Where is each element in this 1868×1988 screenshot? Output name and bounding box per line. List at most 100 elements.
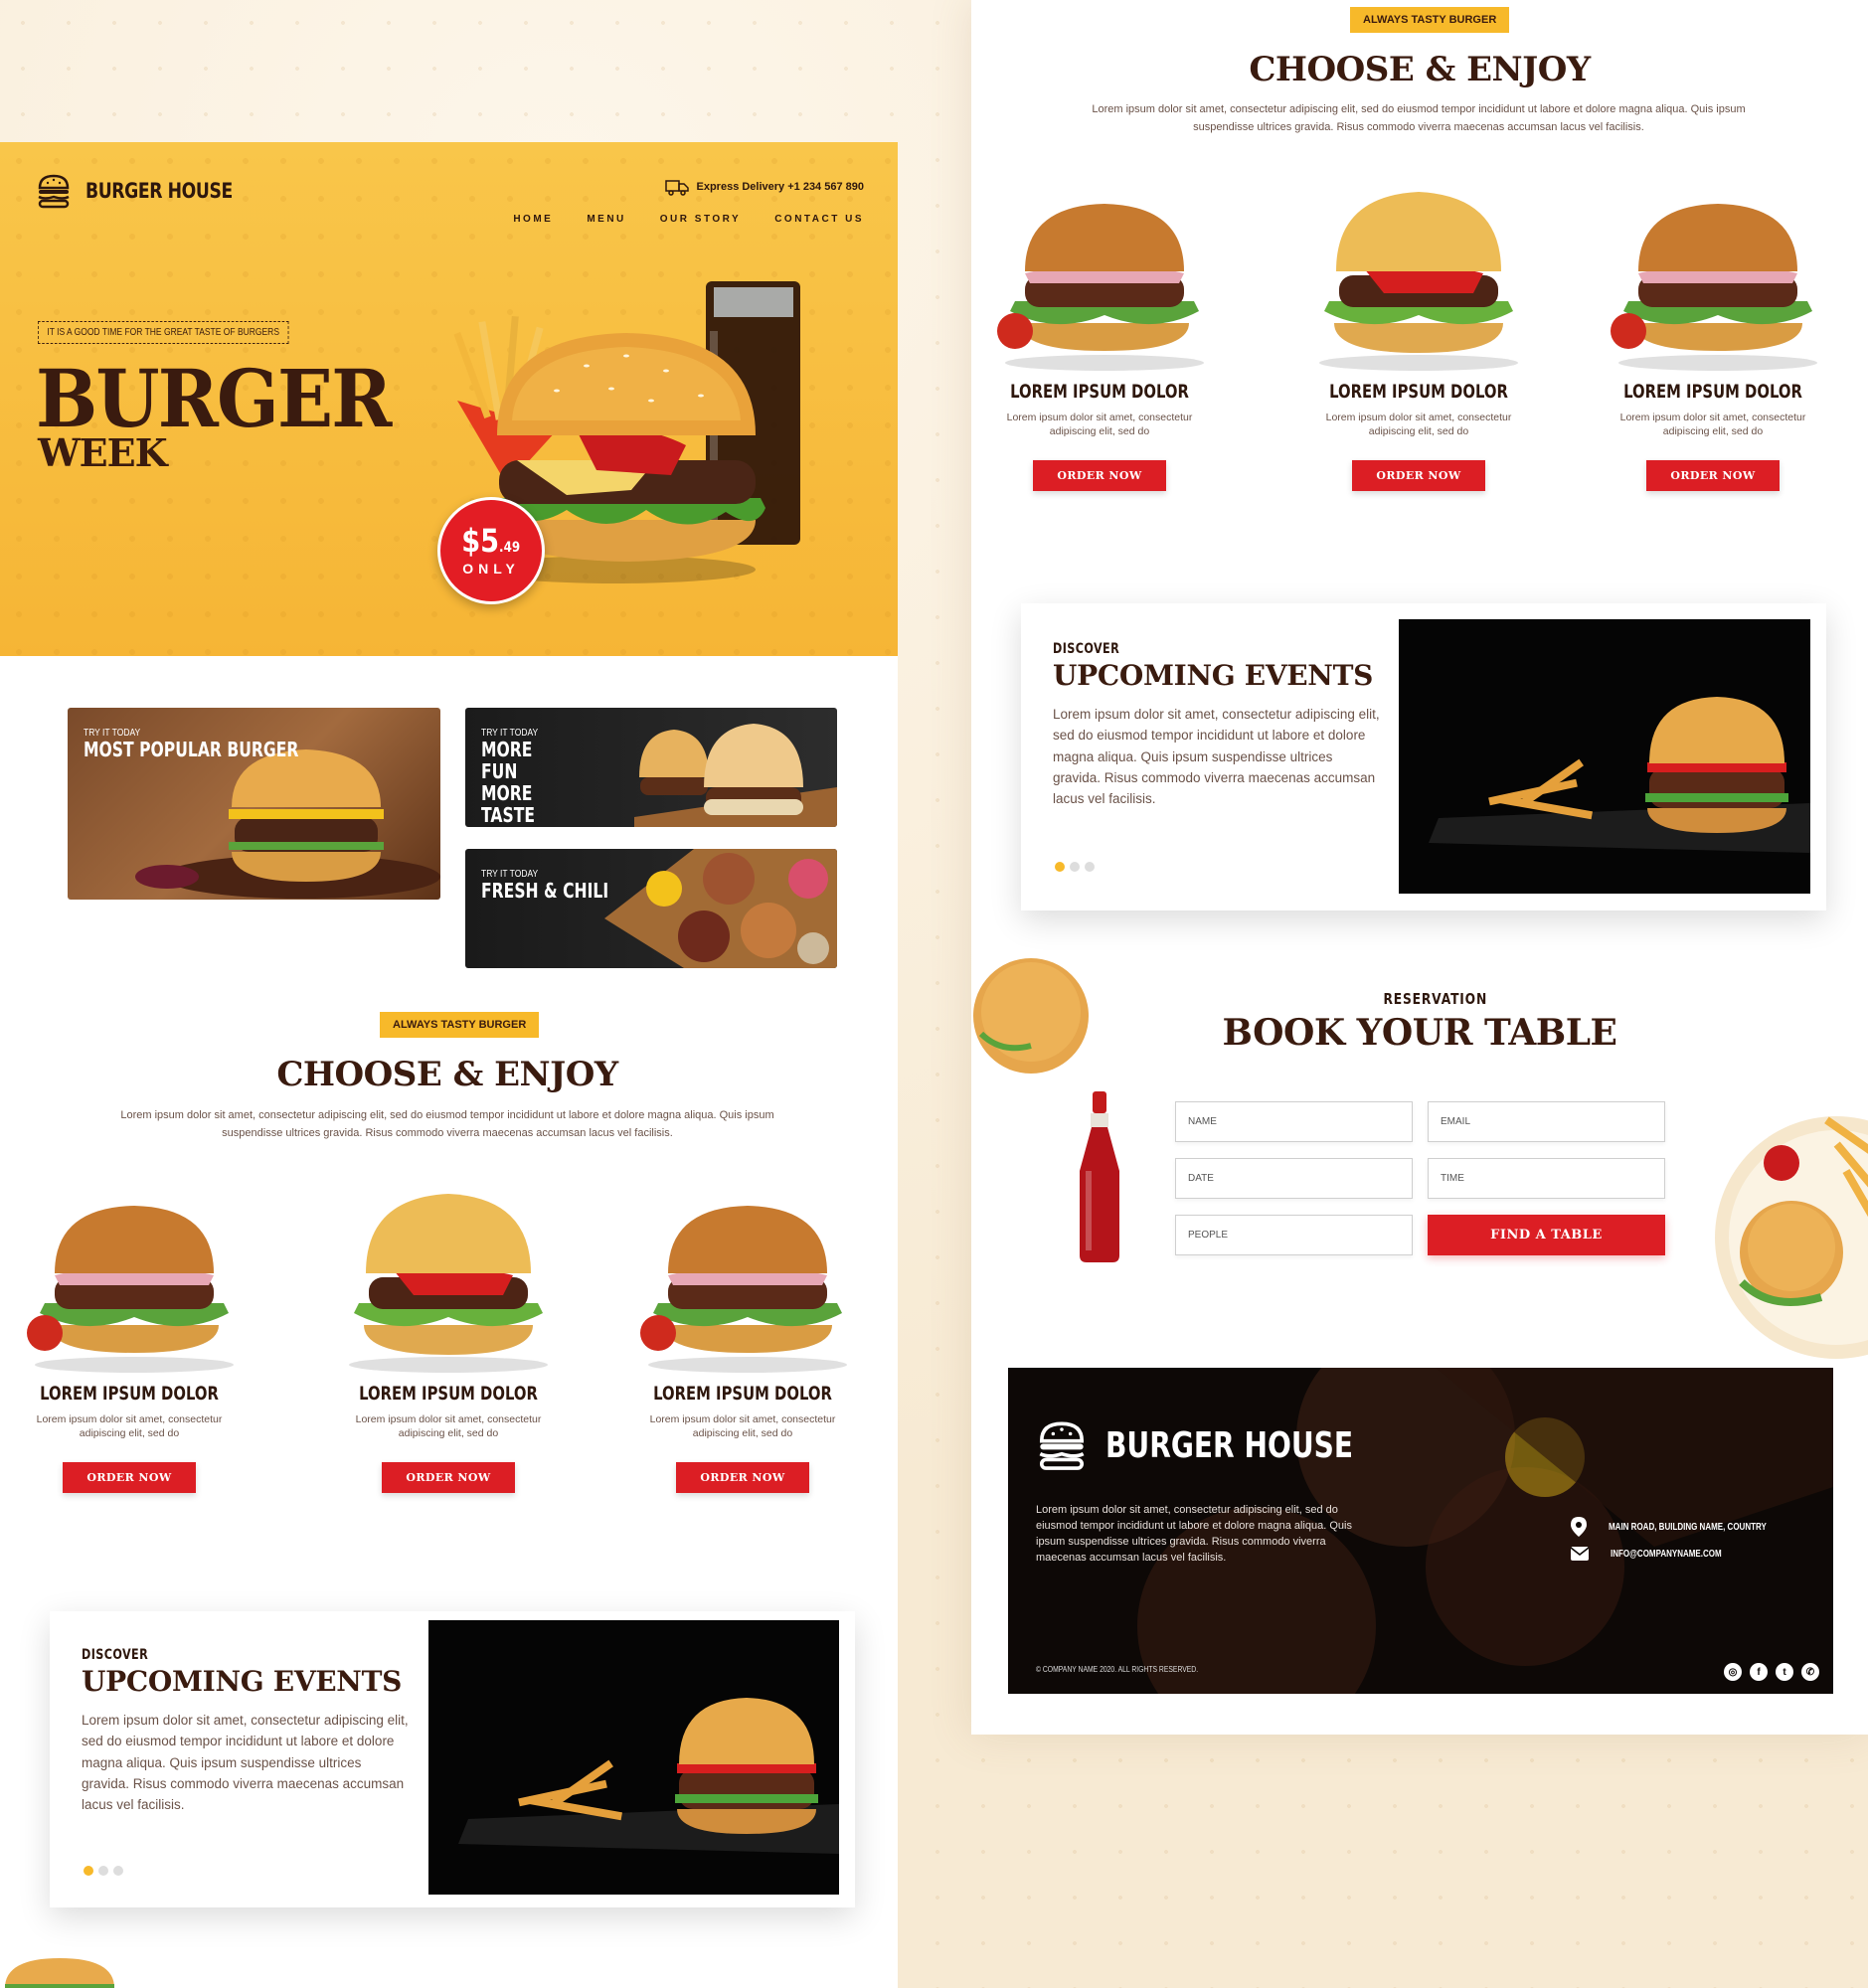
events-text: Lorem ipsum dolor sit amet, consectetur … <box>82 1713 409 1813</box>
whatsapp-icon[interactable]: ✆ <box>1801 1663 1819 1681</box>
copyright: © COMPANY NAME 2020. ALL RIGHTS RESERVED… <box>1036 1665 1199 1674</box>
events-text: Lorem ipsum dolor sit amet, consectetur … <box>1053 707 1380 807</box>
ingredients-icon <box>604 849 837 968</box>
order-now-button[interactable]: ORDER NOW <box>382 1462 515 1494</box>
events-title: UPCOMING EVENTS <box>1053 659 1374 692</box>
name-field[interactable]: NAME <box>1175 1101 1413 1142</box>
promo-card-fresh-chili[interactable]: TRY IT TODAY FRESH & CHILI <box>465 849 837 968</box>
carousel-dots <box>1055 862 1095 872</box>
footer: BURGER HOUSE Lorem ipsum dolor sit amet,… <box>1008 1368 1833 1694</box>
hero-title: BURGER <box>36 352 392 445</box>
product-card: LOREM IPSUM DOLOR Lorem ipsum dolor sit … <box>1589 184 1837 492</box>
order-now-button[interactable]: ORDER NOW <box>676 1462 809 1494</box>
carousel-dot[interactable] <box>98 1866 108 1876</box>
hero-tagline: IT IS A GOOD TIME FOR THE GREAT TASTE OF… <box>38 321 289 344</box>
main-nav: HOME MENU OUR STORY CONTACT US <box>513 214 864 225</box>
brand-name: BURGER HOUSE <box>85 179 233 203</box>
promo-card-more-fun[interactable]: TRY IT TODAY MORE FUN MORE TASTE <box>465 708 837 827</box>
price-badge: $5.49 ONLY <box>437 497 545 604</box>
burger-product-icon <box>349 1194 548 1373</box>
product-card: LOREM IPSUM DOLOR Lorem ipsum dolor sit … <box>975 184 1224 492</box>
events-kicker: DISCOVER <box>82 1647 149 1663</box>
product-name: LOREM IPSUM DOLOR <box>359 1383 538 1405</box>
product-name: LOREM IPSUM DOLOR <box>1623 381 1802 403</box>
burger-and-fries-photo-icon <box>1429 697 1810 853</box>
footer-email-text[interactable]: INFO@COMPANYNAME.COM <box>1611 1549 1722 1560</box>
location-pin-icon <box>1571 1517 1587 1537</box>
nav-menu[interactable]: MENU <box>587 214 625 225</box>
events-photo <box>1399 619 1810 894</box>
landing-page-left: BURGER HOUSE Express Delivery +1 234 567… <box>0 142 898 1988</box>
twitter-icon[interactable]: t <box>1776 1663 1793 1681</box>
burger-bun-top-icon <box>973 958 1089 1074</box>
burger-product-icon <box>1319 192 1518 371</box>
section-title: CHOOSE & ENJOY <box>1249 50 1591 89</box>
people-field[interactable]: PEOPLE <box>1175 1215 1413 1255</box>
product-name: LOREM IPSUM DOLOR <box>653 1383 832 1405</box>
price-amount: $5.49 <box>461 522 521 560</box>
order-now-button[interactable]: ORDER NOW <box>1646 460 1780 492</box>
date-field[interactable]: DATE <box>1175 1158 1413 1199</box>
events-photo <box>428 1620 839 1895</box>
burger-peek-icon <box>5 1958 114 1988</box>
product-card: LOREM IPSUM DOLOR Lorem ipsum dolor sit … <box>5 1186 254 1494</box>
carousel-dot[interactable] <box>84 1866 93 1876</box>
order-now-button[interactable]: ORDER NOW <box>1033 460 1166 492</box>
burger-logo-icon <box>38 174 70 209</box>
section-badge: ALWAYS TASTY BURGER <box>380 1012 540 1038</box>
envelope-icon <box>1571 1547 1589 1561</box>
facebook-icon[interactable]: f <box>1750 1663 1768 1681</box>
price-note: ONLY <box>462 561 520 577</box>
product-description: Lorem ipsum dolor sit amet, consectetur … <box>355 1413 542 1440</box>
nav-contact-us[interactable]: CONTACT US <box>774 214 864 225</box>
promo-title: MOST POPULAR BURGER <box>84 738 299 761</box>
carousel-dot[interactable] <box>1085 862 1095 872</box>
social-links: ◎ f t ✆ <box>1724 1663 1819 1681</box>
footer-email[interactable]: INFO@COMPANYNAME.COM <box>1571 1547 1750 1561</box>
product-description: Lorem ipsum dolor sit amet, consectetur … <box>1619 412 1806 438</box>
reservation-kicker: RESERVATION <box>1383 990 1488 1008</box>
promo-text: TRY IT TODAY FRESH & CHILI <box>481 869 644 902</box>
order-now-button[interactable]: ORDER NOW <box>63 1462 196 1494</box>
email-field[interactable]: EMAIL <box>1428 1101 1665 1142</box>
product-name: LOREM IPSUM DOLOR <box>40 1383 219 1405</box>
carousel-dot[interactable] <box>1055 862 1065 872</box>
product-card: LOREM IPSUM DOLOR Lorem ipsum dolor sit … <box>618 1186 867 1494</box>
section-badge: ALWAYS TASTY BURGER <box>1350 7 1510 33</box>
order-now-button[interactable]: ORDER NOW <box>1352 460 1485 492</box>
product-name: LOREM IPSUM DOLOR <box>1010 381 1189 403</box>
carousel-dot[interactable] <box>1070 862 1080 872</box>
nav-home[interactable]: HOME <box>513 214 553 225</box>
carousel-dots <box>84 1866 123 1876</box>
carousel-dot[interactable] <box>113 1866 123 1876</box>
burger-and-fries-photo-icon <box>458 1698 839 1854</box>
footer-brand[interactable]: BURGER HOUSE <box>1036 1417 1423 1473</box>
hero-subtitle: WEEK <box>38 430 168 475</box>
delivery-truck-icon <box>664 180 689 196</box>
section-description: Lorem ipsum dolor sit amet, consectetur … <box>1092 103 1746 134</box>
instagram-icon[interactable]: ◎ <box>1724 1663 1742 1681</box>
delivery-phone: Express Delivery +1 234 567 890 <box>696 181 865 193</box>
plate-with-burger-icon <box>1715 1116 1868 1359</box>
hot-sauce-bottle-icon <box>1080 1091 1119 1262</box>
product-description: Lorem ipsum dolor sit amet, consectetur … <box>36 1413 223 1440</box>
footer-address: MAIN ROAD, BUILDING NAME, COUNTRY <box>1571 1517 1806 1537</box>
burger-product-icon <box>640 1206 847 1373</box>
time-field[interactable]: TIME <box>1428 1158 1665 1199</box>
promo-title: MORE FUN MORE TASTE <box>481 738 536 827</box>
logo[interactable]: BURGER HOUSE <box>36 172 264 210</box>
footer-text: Lorem ipsum dolor sit amet, consectetur … <box>1036 1504 1352 1564</box>
burger-product-icon <box>1611 204 1817 371</box>
burger-product-icon <box>27 1206 234 1373</box>
burger-logo-icon <box>1039 1421 1085 1470</box>
promo-card-popular[interactable]: TRY IT TODAY MOST POPULAR BURGER <box>68 708 440 900</box>
find-a-table-button[interactable]: FIND A TABLE <box>1428 1215 1665 1255</box>
footer-brand-name: BURGER HOUSE <box>1105 1424 1354 1466</box>
product-description: Lorem ipsum dolor sit amet, consectetur … <box>1325 412 1512 438</box>
product-description: Lorem ipsum dolor sit amet, consectetur … <box>649 1413 836 1440</box>
promo-text: TRY IT TODAY MORE FUN MORE TASTE <box>481 728 591 826</box>
promo-title: FRESH & CHILI <box>481 879 609 903</box>
product-card: LOREM IPSUM DOLOR Lorem ipsum dolor sit … <box>1294 174 1543 492</box>
events-kicker: DISCOVER <box>1053 641 1120 657</box>
nav-our-story[interactable]: OUR STORY <box>660 214 741 225</box>
